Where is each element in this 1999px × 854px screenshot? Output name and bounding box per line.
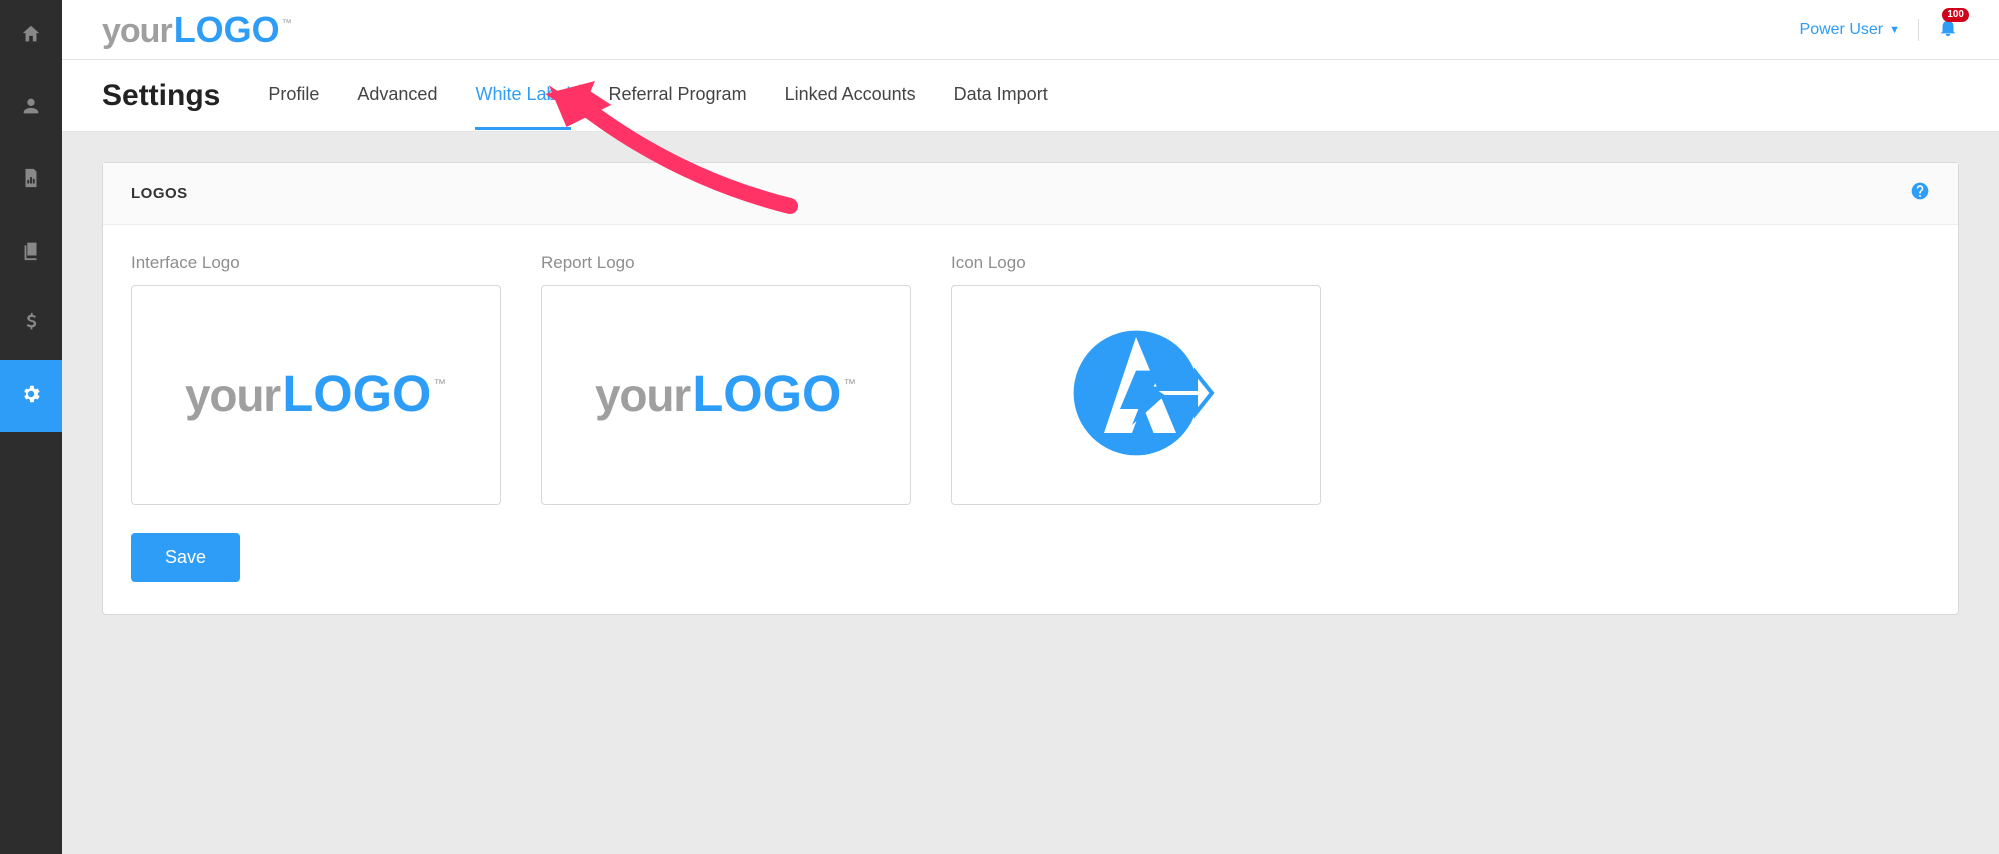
interface-logo-box[interactable]: your LOGO ™ bbox=[131, 285, 501, 505]
topbar-right: Power User ▼ 100 bbox=[1800, 16, 1959, 43]
help-icon[interactable] bbox=[1910, 181, 1930, 206]
interface-logo-column: Interface Logo your LOGO ™ bbox=[131, 253, 501, 505]
panel-footer: Save bbox=[103, 533, 1958, 614]
report-logo-preview: your LOGO ™ bbox=[595, 366, 856, 424]
interface-logo-label: Interface Logo bbox=[131, 253, 501, 273]
sidebar-item-reports[interactable] bbox=[0, 144, 62, 216]
brand-part1: your bbox=[102, 12, 172, 51]
documents-icon bbox=[20, 239, 42, 266]
tab-profile[interactable]: Profile bbox=[268, 62, 319, 130]
divider bbox=[1918, 19, 1919, 41]
sidebar-item-user[interactable] bbox=[0, 72, 62, 144]
notifications-button[interactable]: 100 bbox=[1937, 16, 1959, 43]
caret-down-icon: ▼ bbox=[1889, 24, 1900, 36]
gear-icon bbox=[20, 383, 42, 410]
tab-linked-accounts[interactable]: Linked Accounts bbox=[785, 62, 916, 130]
tabs-row: Settings Profile Advanced White Label Re… bbox=[62, 60, 1999, 132]
topbar: your LOGO ™ Power User ▼ 100 bbox=[62, 0, 1999, 60]
tab-referral-program[interactable]: Referral Program bbox=[609, 62, 747, 130]
icon-logo-box[interactable] bbox=[951, 285, 1321, 505]
home-icon bbox=[20, 23, 42, 50]
report-logo-label: Report Logo bbox=[541, 253, 911, 273]
logos-panel: LOGOS Interface Logo your LOGO ™ bbox=[102, 162, 1959, 615]
brand-tm: ™ bbox=[282, 18, 292, 29]
bell-icon bbox=[1937, 25, 1959, 42]
panel-title: LOGOS bbox=[131, 185, 188, 202]
notification-badge: 100 bbox=[1942, 8, 1969, 22]
tab-data-import[interactable]: Data Import bbox=[954, 62, 1048, 130]
dollar-icon bbox=[20, 311, 42, 338]
tab-white-label[interactable]: White Label bbox=[475, 62, 570, 130]
icon-logo-column: Icon Logo bbox=[951, 253, 1321, 505]
chart-file-icon bbox=[20, 167, 42, 194]
sidebar-item-settings[interactable] bbox=[0, 360, 62, 432]
report-logo-column: Report Logo your LOGO ™ bbox=[541, 253, 911, 505]
sidebar bbox=[0, 0, 62, 854]
tab-advanced[interactable]: Advanced bbox=[357, 62, 437, 130]
content-area: LOGOS Interface Logo your LOGO ™ bbox=[62, 132, 1999, 854]
brand-part2: LOGO bbox=[174, 9, 280, 51]
sidebar-item-documents[interactable] bbox=[0, 216, 62, 288]
panel-header: LOGOS bbox=[103, 163, 1958, 225]
page-title: Settings bbox=[102, 79, 220, 113]
sidebar-item-billing[interactable] bbox=[0, 288, 62, 360]
icon-logo-preview bbox=[1056, 313, 1216, 478]
panel-body: Interface Logo your LOGO ™ Report Logo bbox=[103, 225, 1958, 533]
interface-logo-preview: your LOGO ™ bbox=[185, 366, 446, 424]
user-menu-label: Power User bbox=[1800, 21, 1884, 39]
brand-logo[interactable]: your LOGO ™ bbox=[102, 9, 292, 51]
save-button[interactable]: Save bbox=[131, 533, 240, 582]
report-logo-box[interactable]: your LOGO ™ bbox=[541, 285, 911, 505]
user-menu[interactable]: Power User ▼ bbox=[1800, 21, 1900, 39]
user-icon bbox=[20, 95, 42, 122]
icon-logo-label: Icon Logo bbox=[951, 253, 1321, 273]
main: your LOGO ™ Power User ▼ 100 Settings Pr… bbox=[62, 0, 1999, 854]
logo-grid: Interface Logo your LOGO ™ Report Logo bbox=[131, 253, 1930, 505]
sidebar-item-home[interactable] bbox=[0, 0, 62, 72]
